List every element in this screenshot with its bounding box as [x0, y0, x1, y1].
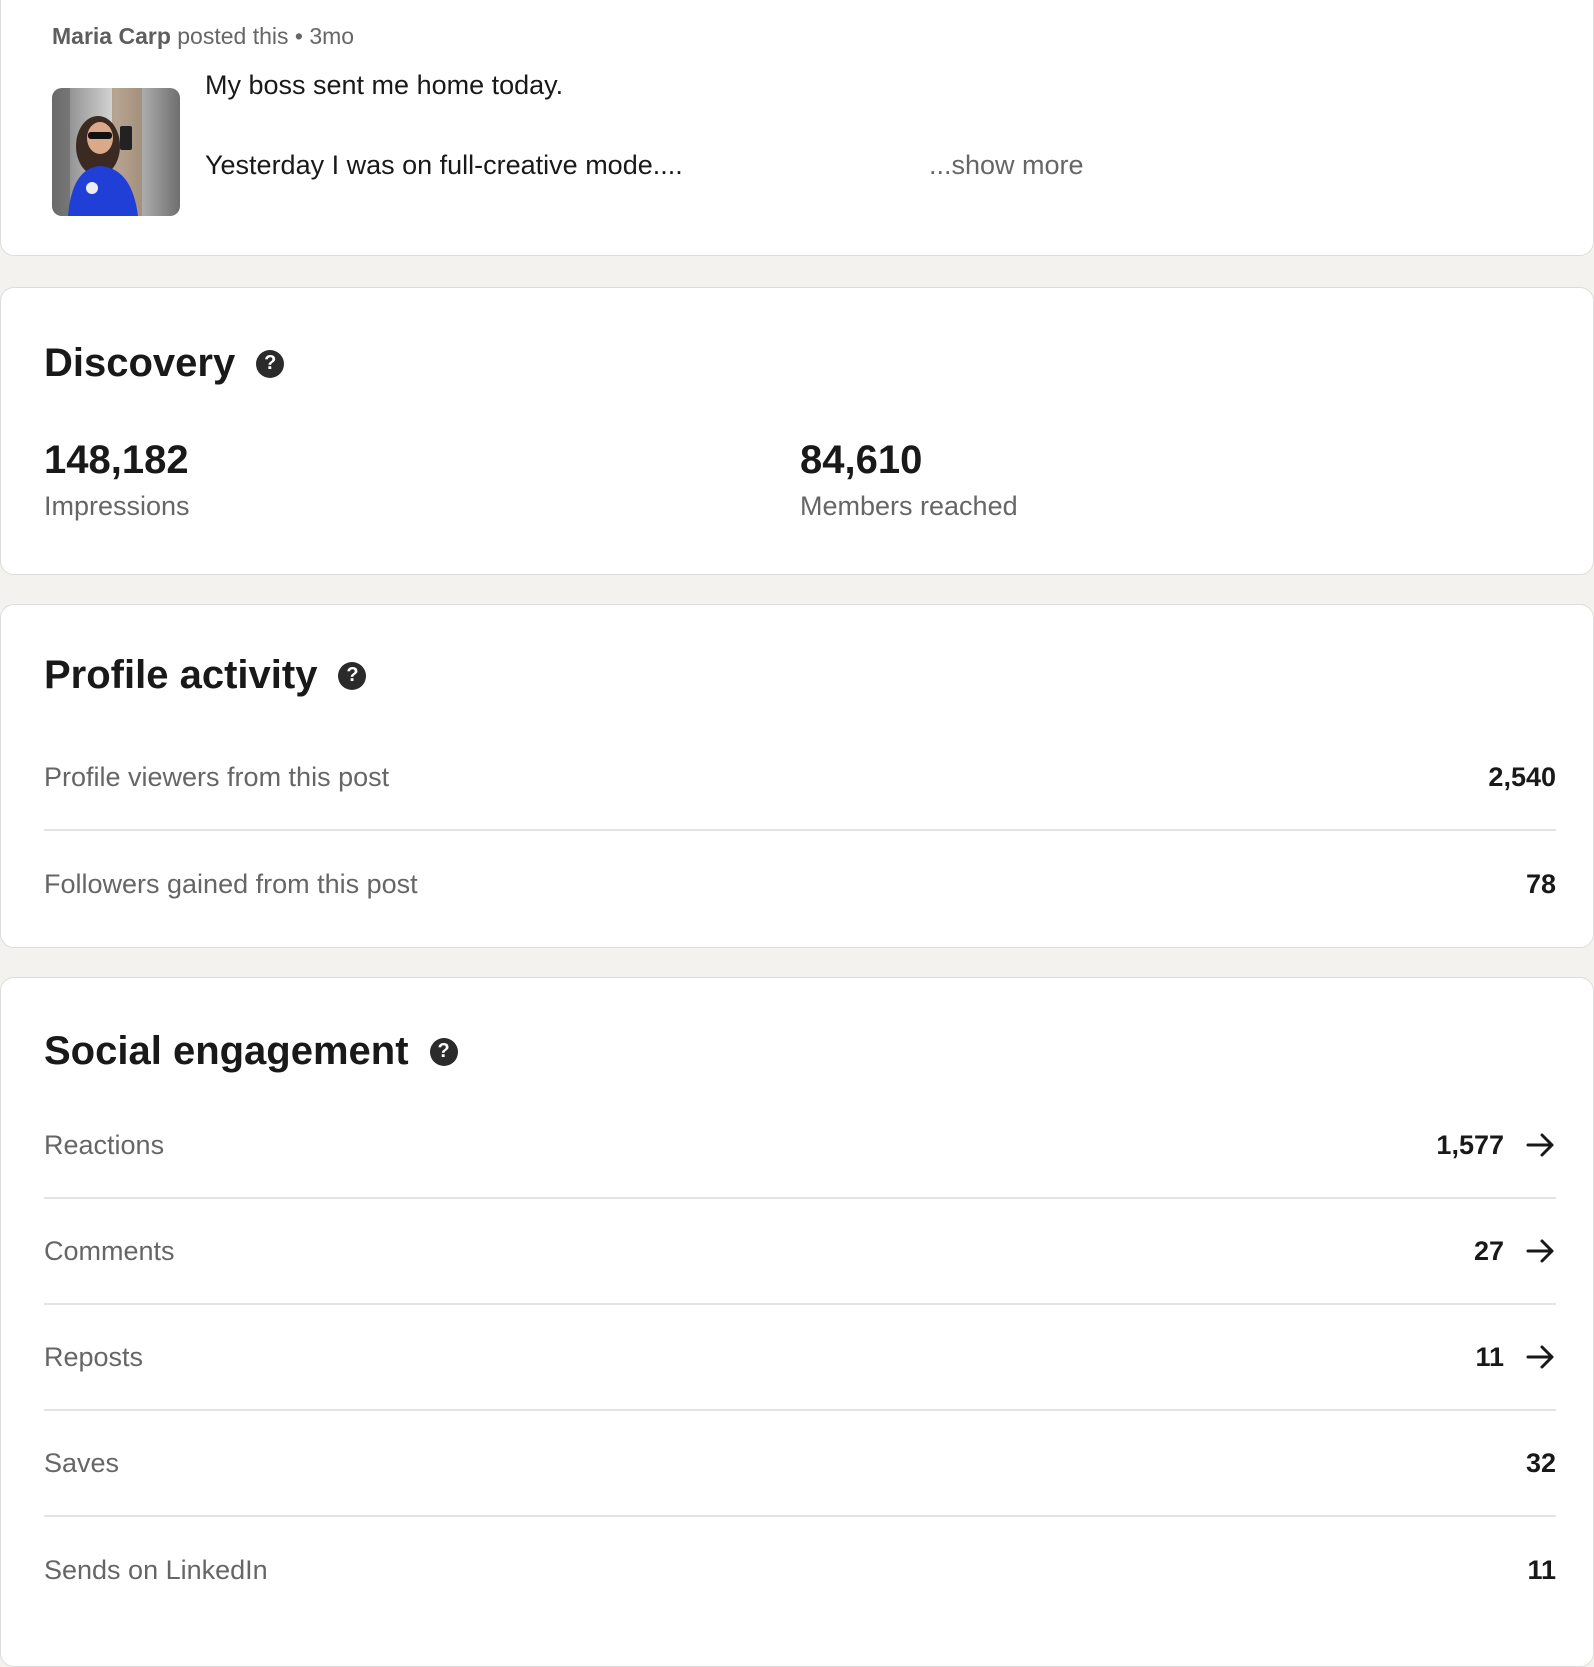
- arrow-right-icon[interactable]: [1526, 1237, 1556, 1265]
- post-meta: Maria Carp posted this • 3mo: [52, 23, 354, 50]
- post-author[interactable]: Maria Carp: [52, 23, 171, 49]
- row-label: Followers gained from this post: [44, 868, 418, 899]
- impressions-value: 148,182: [44, 438, 189, 482]
- row-label: Reactions: [44, 1129, 165, 1160]
- impressions-label: Impressions: [44, 491, 190, 521]
- discovery-title: Discovery: [44, 341, 236, 385]
- row-value: 78: [1525, 868, 1556, 899]
- row-right: 11: [1475, 1342, 1556, 1373]
- post-text-line-1: My boss sent me home today.: [205, 70, 564, 100]
- meta-separator: •: [294, 23, 303, 49]
- comments-row[interactable]: Comments 27: [44, 1199, 1556, 1305]
- post-card: Maria Carp posted this • 3mo My boss sen…: [0, 0, 1594, 256]
- row-value: 11: [1475, 1341, 1504, 1372]
- followers-gained-row: Followers gained from this post 78: [44, 831, 1556, 937]
- reactions-row[interactable]: Reactions 1,577: [44, 1093, 1556, 1199]
- reposts-row[interactable]: Reposts 11: [44, 1305, 1556, 1411]
- help-icon[interactable]: ?: [429, 1037, 458, 1066]
- post-text-line-2: Yesterday I was on full-creative mode...…: [205, 150, 683, 180]
- row-label: Profile viewers from this post: [44, 761, 390, 792]
- profile-activity-card: Profile activity ? Profile viewers from …: [0, 604, 1594, 948]
- post-age: 3mo: [309, 23, 355, 49]
- row-value: 2,540: [1488, 761, 1556, 792]
- row-label: Sends on LinkedIn: [44, 1554, 268, 1585]
- row-label: Comments: [44, 1235, 175, 1266]
- row-value: 27: [1473, 1235, 1504, 1266]
- posted-text: posted this: [177, 23, 289, 49]
- row-label: Reposts: [44, 1341, 144, 1372]
- discovery-section-title: Discovery ?: [44, 341, 285, 386]
- row-value: 1,577: [1436, 1129, 1504, 1160]
- profile-activity-section-title: Profile activity ?: [44, 653, 367, 698]
- row-value: 32: [1525, 1447, 1556, 1478]
- help-icon[interactable]: ?: [338, 661, 367, 690]
- members-reached-value: 84,610: [800, 438, 923, 482]
- saves-row: Saves 32: [44, 1411, 1556, 1517]
- show-more-link[interactable]: ...show more: [929, 150, 1084, 181]
- post-thumbnail[interactable]: [52, 88, 180, 216]
- help-icon[interactable]: ?: [256, 349, 285, 378]
- post-thumbnail-image: [52, 88, 180, 216]
- profile-viewers-row: Profile viewers from this post 2,540: [44, 725, 1556, 831]
- social-engagement-section-title: Social engagement ?: [44, 1029, 458, 1074]
- members-reached-label: Members reached: [800, 491, 1018, 521]
- discovery-card: Discovery ? 148,182 Impressions 84,610 M…: [0, 287, 1594, 575]
- row-label: Saves: [44, 1447, 120, 1478]
- social-engagement-title: Social engagement: [44, 1029, 409, 1073]
- row-right: 27: [1474, 1236, 1556, 1267]
- arrow-right-icon[interactable]: [1526, 1343, 1556, 1371]
- arrow-right-icon[interactable]: [1526, 1131, 1556, 1159]
- social-engagement-card: Social engagement ? Reactions 1,577 Comm…: [0, 977, 1594, 1667]
- profile-activity-title: Profile activity: [44, 653, 318, 697]
- sends-on-linkedin-row: Sends on LinkedIn 11: [44, 1517, 1556, 1623]
- row-value: 11: [1527, 1554, 1556, 1585]
- row-right: 1,577: [1436, 1130, 1556, 1161]
